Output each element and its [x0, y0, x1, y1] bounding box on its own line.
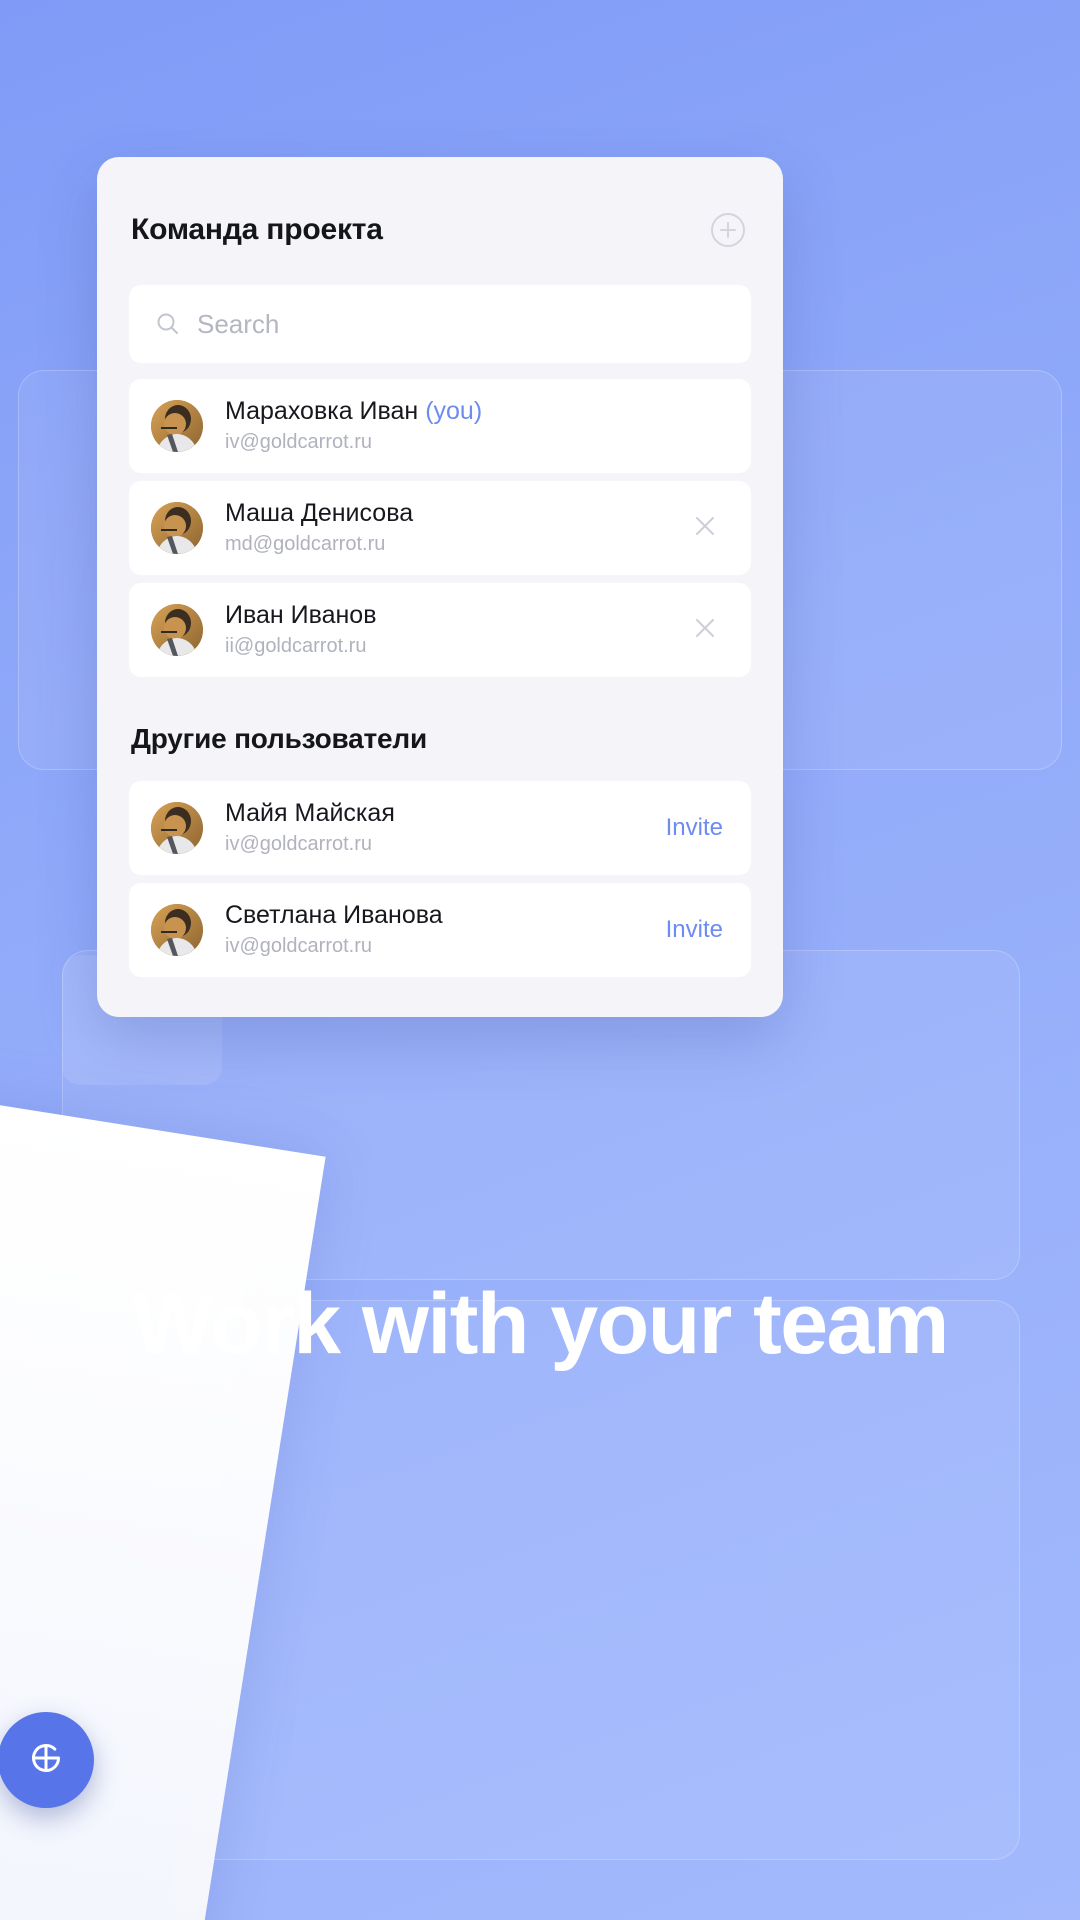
member-name: Иван Иванов — [225, 601, 377, 630]
close-icon — [688, 611, 722, 650]
table-row[interactable]: Иван Иванов ii@goldcarrot.ru — [129, 583, 751, 677]
avatar — [151, 400, 203, 452]
table-row[interactable]: Маша Денисова md@goldcarrot.ru — [129, 481, 751, 575]
search-input[interactable] — [197, 308, 725, 340]
member-email: md@goldcarrot.ru — [225, 532, 386, 555]
member-info: Светлана Иванова iv@goldcarrot.ru — [225, 901, 642, 959]
page-title: Команда проекта — [131, 213, 383, 246]
section-title-other-users: Другие пользователи — [131, 723, 428, 754]
member-email: iv@goldcarrot.ru — [225, 832, 373, 855]
floating-add-button[interactable] — [0, 1712, 94, 1808]
table-row[interactable]: Мараховка Иван (you) iv@goldcarrot.ru — [129, 379, 751, 473]
avatar — [151, 904, 203, 956]
invite-button[interactable]: Invite — [664, 808, 725, 848]
member-info: Маша Денисова md@goldcarrot.ru — [225, 499, 663, 557]
remove-member-button[interactable] — [685, 508, 725, 548]
member-email: iv@goldcarrot.ru — [225, 934, 373, 957]
you-badge: (you) — [425, 397, 483, 426]
member-email: iv@goldcarrot.ru — [225, 430, 373, 453]
member-name: Светлана Иванова — [225, 901, 443, 930]
search-icon — [155, 311, 181, 337]
member-name: Майя Майская — [225, 799, 395, 828]
list-item[interactable]: Светлана Иванова iv@goldcarrot.ru Invite — [129, 883, 751, 977]
invite-button[interactable]: Invite — [664, 910, 725, 950]
other-users-list: Майя Майская iv@goldcarrot.ru Invite Све… — [129, 781, 751, 977]
team-dialog: Команда проекта Search Мараховка Иван (y… — [97, 157, 783, 1017]
close-icon — [688, 509, 722, 548]
avatar — [151, 802, 203, 854]
add-member-button[interactable] — [707, 209, 749, 251]
avatar — [151, 604, 203, 656]
member-name: Маша Денисова — [225, 499, 414, 528]
member-name: Мараховка Иван (you) — [225, 397, 483, 426]
member-info: Майя Майская iv@goldcarrot.ru — [225, 799, 642, 857]
dialog-header: Команда проекта — [129, 209, 751, 251]
plus-circle-icon — [707, 209, 749, 251]
member-info: Иван Иванов ii@goldcarrot.ru — [225, 601, 663, 659]
list-item[interactable]: Майя Майская iv@goldcarrot.ru Invite — [129, 781, 751, 875]
member-info: Мараховка Иван (you) iv@goldcarrot.ru — [225, 397, 725, 455]
avatar — [151, 502, 203, 554]
search-field[interactable] — [129, 285, 751, 363]
plus-circle-icon — [23, 1735, 69, 1786]
remove-member-button[interactable] — [685, 610, 725, 650]
team-members-list: Мараховка Иван (you) iv@goldcarrot.ru Ма… — [129, 379, 751, 677]
marketing-headline: Work with your team — [132, 1276, 949, 1372]
member-email: ii@goldcarrot.ru — [225, 634, 367, 657]
